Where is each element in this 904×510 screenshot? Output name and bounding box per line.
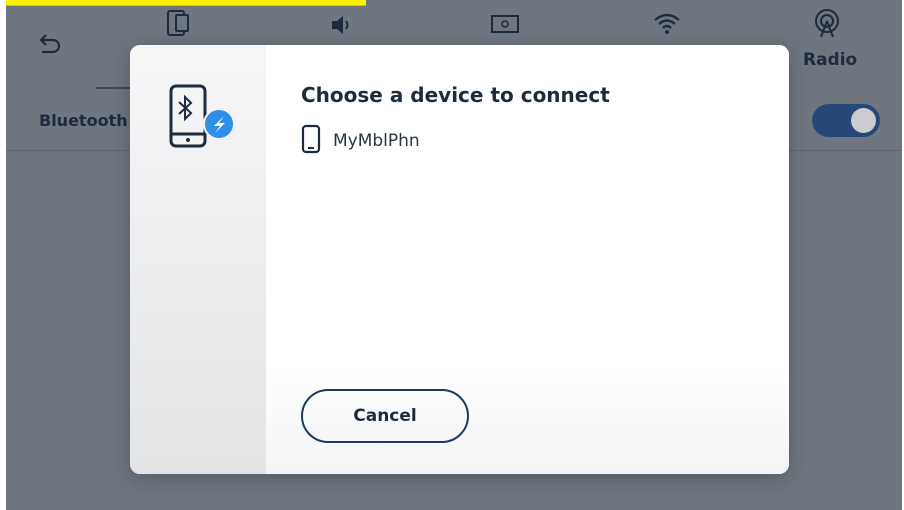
display-settings-icon[interactable] bbox=[488, 10, 522, 38]
back-icon[interactable] bbox=[34, 28, 64, 58]
cancel-button[interactable]: Cancel bbox=[301, 389, 469, 443]
tab-radio-label[interactable]: Radio bbox=[803, 50, 857, 70]
speaker-icon[interactable] bbox=[328, 10, 358, 40]
phone-bluetooth-connect-icon bbox=[169, 84, 235, 150]
dialog-side-panel bbox=[130, 45, 266, 474]
device-picker-dialog: Choose a device to connect MyMblPhn Canc… bbox=[130, 45, 789, 474]
bluetooth-toggle[interactable] bbox=[812, 104, 880, 137]
wifi-icon[interactable] bbox=[650, 8, 684, 38]
smartphone-icon bbox=[301, 124, 321, 158]
dialog-content: Choose a device to connect MyMblPhn Canc… bbox=[266, 45, 789, 474]
bluetooth-label: Bluetooth bbox=[39, 111, 128, 130]
device-item-mymblphn[interactable]: MyMblPhn bbox=[301, 124, 420, 158]
radio-antenna-icon[interactable] bbox=[812, 8, 842, 40]
phone-device-icon[interactable] bbox=[164, 6, 194, 42]
toggle-knob bbox=[851, 108, 876, 133]
dialog-title: Choose a device to connect bbox=[301, 83, 610, 107]
device-name: MyMblPhn bbox=[333, 131, 420, 151]
